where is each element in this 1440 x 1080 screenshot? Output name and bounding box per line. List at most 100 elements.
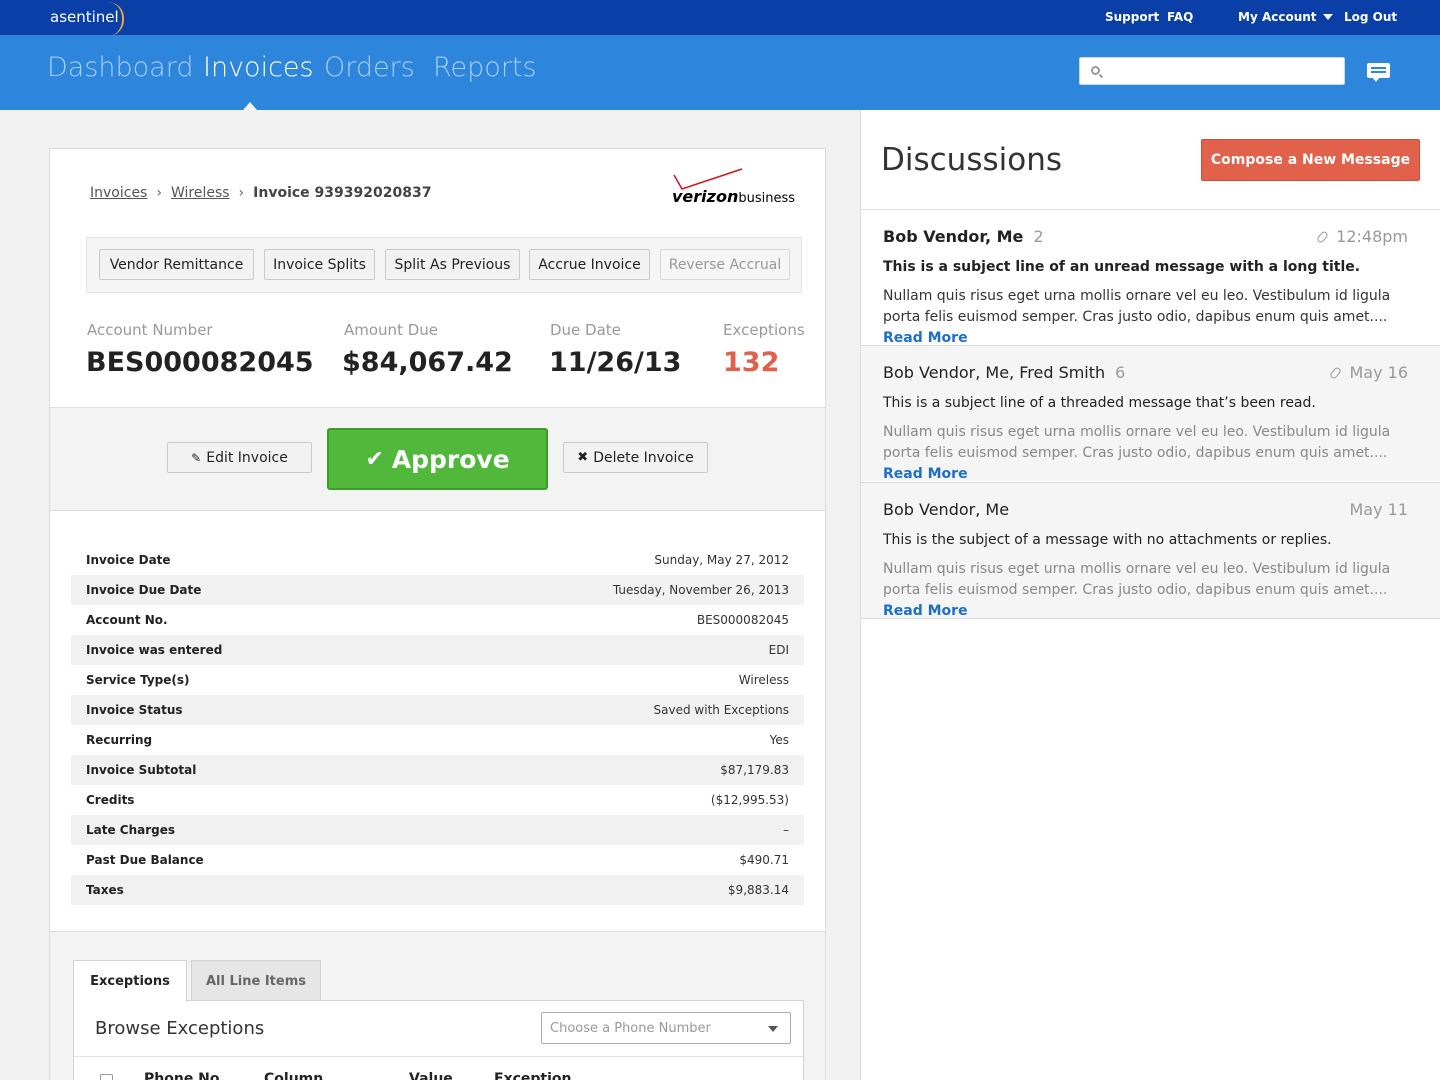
detail-key: Service Type(s)	[86, 673, 190, 687]
search-input[interactable]	[1108, 62, 1338, 82]
detail-value: Yes	[769, 733, 789, 747]
detail-key: Credits	[86, 793, 135, 807]
tab-invoices[interactable]: Invoices	[203, 52, 314, 83]
read-more-link[interactable]: Read More	[883, 466, 968, 482]
edit-invoice-button[interactable]: ✎ Edit Invoice	[167, 442, 312, 473]
invoice-action-bar: Vendor Remittance Invoice Splits Split A…	[86, 237, 802, 293]
message-from: Bob Vendor, Me, Fred Smith	[883, 363, 1106, 382]
detail-row: Invoice was entered EDI	[71, 635, 804, 665]
tab-dashboard[interactable]: Dashboard	[47, 52, 193, 83]
message-preview-text: Nullam quis risus eget urna mollis ornar…	[883, 424, 1391, 461]
column-header-exception[interactable]: Exception	[494, 1071, 572, 1080]
detail-key: Invoice Date	[86, 553, 171, 567]
detail-value: $490.71	[739, 853, 789, 867]
detail-key: Taxes	[86, 883, 124, 897]
line-items-section: Exceptions All Line Items Browse Excepti…	[50, 932, 825, 1080]
amount-due-value: $84,067.42	[342, 347, 513, 378]
detail-row: Taxes $9,883.14	[71, 875, 804, 905]
detail-value: BES000082045	[696, 613, 789, 627]
detail-key: Invoice was entered	[86, 643, 223, 657]
detail-row: Service Type(s) Wireless	[71, 665, 804, 695]
breadcrumb-invoices-link[interactable]: Invoices	[90, 185, 147, 201]
faq-link[interactable]: FAQ	[1167, 10, 1193, 24]
detail-value: ($12,995.53)	[710, 793, 789, 807]
message-from: Bob Vendor, Me	[883, 500, 1010, 519]
breadcrumb-separator: ›	[238, 185, 245, 201]
split-as-previous-button[interactable]: Split As Previous	[385, 249, 520, 280]
main-nav: Dashboard Invoices Orders Reports	[0, 35, 1440, 110]
phone-number-select[interactable]: Choose a Phone Number	[541, 1012, 791, 1044]
divider	[861, 618, 1440, 619]
message-item[interactable]: Bob Vendor, Me, Fred Smith 6 May 16 This …	[861, 345, 1440, 482]
message-preview: Nullam quis risus eget urna mollis ornar…	[883, 286, 1423, 349]
vendor-remittance-button[interactable]: Vendor Remittance	[99, 249, 254, 280]
message-participants: Bob Vendor, Me	[883, 500, 1009, 519]
message-item[interactable]: Bob Vendor, Me 2 12:48pm This is a subjec…	[861, 209, 1440, 346]
messages-icon[interactable]	[1367, 63, 1390, 82]
exceptions-value[interactable]: 132	[723, 347, 779, 378]
close-icon: ✖	[577, 450, 589, 465]
message-subject: This is a subject line of a threaded mes…	[883, 395, 1316, 411]
my-account-menu[interactable]: My Account	[1238, 10, 1333, 24]
detail-value: $9,883.14	[727, 883, 789, 897]
message-preview-text: Nullam quis risus eget urna mollis ornar…	[883, 561, 1391, 598]
detail-row: Invoice Status Saved with Exceptions	[71, 695, 804, 725]
delete-invoice-button[interactable]: ✖ Delete Invoice	[563, 442, 708, 473]
detail-value: Saved with Exceptions	[653, 703, 789, 717]
read-more-link[interactable]: Read More	[883, 603, 968, 619]
breadcrumb-current: Invoice 939392020837	[253, 185, 432, 201]
message-preview: Nullam quis risus eget urna mollis ornar…	[883, 422, 1423, 485]
message-subject: This is the subject of a message with no…	[883, 532, 1332, 548]
discussions-title: Discussions	[881, 142, 1063, 178]
detail-row: Account No. BES000082045	[71, 605, 804, 635]
due-date-label: Due Date	[550, 321, 621, 339]
tab-all-line-items[interactable]: All Line Items	[191, 960, 321, 1001]
search-icon	[1091, 66, 1100, 75]
tab-exceptions[interactable]: Exceptions	[73, 960, 187, 1002]
message-count: 6	[1115, 363, 1126, 382]
detail-key: Late Charges	[86, 823, 176, 837]
read-more-link[interactable]: Read More	[883, 330, 968, 346]
detail-row: Past Due Balance $490.71	[71, 845, 804, 875]
invoice-details-table: Invoice Date Sunday, May 27, 2012 Invoice…	[71, 545, 804, 905]
tab-orders[interactable]: Orders	[324, 52, 415, 83]
support-link[interactable]: Support	[1105, 10, 1159, 24]
message-item[interactable]: Bob Vendor, Me May 11 This is the subjec…	[861, 482, 1440, 619]
detail-key: Past Due Balance	[86, 853, 204, 867]
log-out-link[interactable]: Log Out	[1344, 10, 1397, 24]
column-header-value[interactable]: Value	[409, 1071, 453, 1080]
detail-value: $87,179.83	[720, 763, 789, 777]
detail-row: Late Charges –	[71, 815, 804, 845]
invoice-card: Invoices › Wireless › Invoice 939392020837 v…	[49, 148, 826, 1080]
paperclip-icon	[1329, 366, 1343, 380]
paperclip-icon	[1316, 230, 1330, 244]
detail-row: Credits ($12,995.53)	[71, 785, 804, 815]
verizon-word: verizon	[672, 187, 739, 206]
message-time: May 16	[1329, 363, 1408, 382]
accrue-invoice-button[interactable]: Accrue Invoice	[529, 249, 650, 280]
verizon-suffix: business	[738, 191, 796, 206]
detail-value: Wireless	[738, 673, 789, 687]
verizon-business-logo: verizonbusiness	[672, 167, 807, 212]
account-number-label: Account Number	[87, 321, 213, 339]
delete-invoice-label: Delete Invoice	[593, 449, 694, 466]
breadcrumb: Invoices › Wireless › Invoice 939392020837	[90, 185, 431, 201]
amount-due-label: Amount Due	[344, 321, 438, 339]
active-tab-pointer	[243, 102, 257, 110]
tab-reports[interactable]: Reports	[433, 52, 537, 83]
detail-key: Account No.	[86, 613, 168, 627]
message-time-label: 12:48pm	[1336, 227, 1408, 246]
verizon-wordmark: verizonbusiness	[672, 187, 795, 206]
breadcrumb-wireless-link[interactable]: Wireless	[171, 185, 230, 201]
browse-exceptions-title: Browse Exceptions	[95, 1018, 265, 1039]
compose-message-button[interactable]: Compose a New Message	[1201, 139, 1420, 181]
detail-key: Invoice Status	[86, 703, 183, 717]
approval-band: ✎ Edit Invoice ✔ Approve ✖ Delete Invoice	[50, 407, 825, 511]
invoice-splits-button[interactable]: Invoice Splits	[264, 249, 375, 280]
reverse-accrual-button[interactable]: Reverse Accrual	[660, 249, 790, 280]
search-box[interactable]	[1079, 57, 1345, 85]
column-header-column[interactable]: Column	[264, 1071, 323, 1080]
column-header-phone[interactable]: Phone No.	[144, 1071, 225, 1080]
approve-button[interactable]: ✔ Approve	[327, 428, 548, 490]
select-all-checkbox[interactable]	[100, 1074, 113, 1080]
